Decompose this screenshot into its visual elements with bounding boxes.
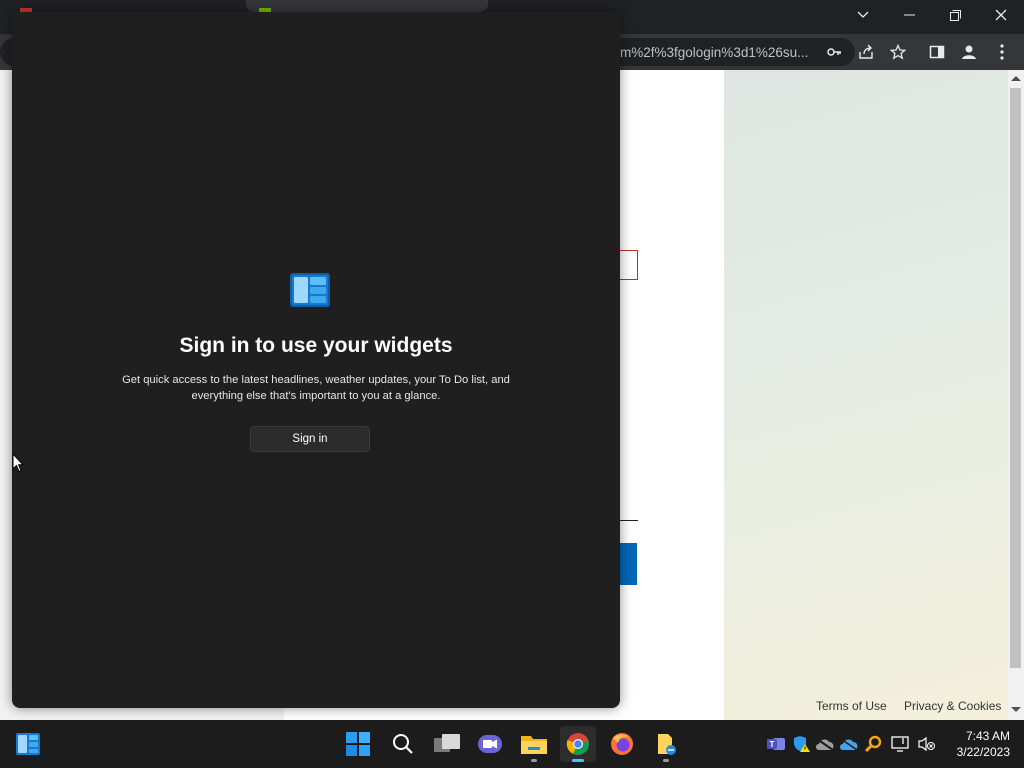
onedrive-tray-icon[interactable]: [839, 734, 859, 754]
widgets-icon: [16, 733, 40, 755]
widgets-logo-icon: [290, 273, 330, 307]
defender-warning-icon[interactable]: [791, 734, 811, 754]
page-background-gradient: [724, 70, 1008, 720]
widgets-description-line: Get quick access to the latest headlines…: [122, 374, 510, 386]
mouse-cursor-icon: [12, 453, 24, 473]
password-key-icon[interactable]: [823, 41, 845, 63]
windows-logo-icon: [346, 732, 370, 756]
notes-folder-button[interactable]: [648, 726, 684, 762]
more-menu-icon[interactable]: [991, 41, 1013, 63]
folder-icon: [521, 736, 547, 754]
chat-camera-icon: [478, 735, 502, 753]
share-icon[interactable]: [855, 41, 877, 63]
widgets-description-line: everything else that's important to you …: [191, 390, 441, 402]
side-panel-icon[interactable]: [926, 41, 948, 63]
search-tool-tray-icon[interactable]: [863, 734, 883, 754]
svg-text:T: T: [770, 740, 775, 749]
volume-muted-icon[interactable]: [916, 734, 936, 754]
network-display-icon[interactable]: [890, 734, 910, 754]
search-icon: [393, 734, 413, 754]
taskbar-clock[interactable]: 7:43 AM 3/22/2023: [944, 728, 1010, 760]
restore-button[interactable]: [932, 0, 978, 30]
start-button[interactable]: [340, 726, 376, 762]
profile-avatar-icon[interactable]: [958, 41, 980, 63]
sign-in-button[interactable]: Sign in: [250, 426, 370, 452]
page-scrollbar[interactable]: [1008, 70, 1024, 720]
teams-chat-button[interactable]: [472, 726, 508, 762]
widgets-panel: Sign in to use your widgets Get quick ac…: [12, 12, 620, 708]
restore-icon: [949, 9, 961, 21]
taskbar: T 7:43 AM 3/22/2023: [0, 720, 1024, 768]
address-bar-url[interactable]: m%2f%3fgologin%3d1%26su...: [620, 45, 808, 60]
clock-time: 7:43 AM: [965, 729, 1010, 743]
onedrive-offline-icon[interactable]: [815, 734, 835, 754]
tab-search-button[interactable]: [840, 0, 886, 30]
widgets-title: Sign in to use your widgets: [179, 334, 453, 357]
firefox-icon: [611, 733, 633, 755]
browser-tab[interactable]: [246, 0, 488, 12]
taskbar-search-button[interactable]: [385, 726, 421, 762]
minimize-button[interactable]: [886, 0, 932, 30]
teams-tray-icon[interactable]: T: [766, 734, 786, 754]
close-button[interactable]: [978, 0, 1024, 30]
privacy-cookies-link[interactable]: Privacy & Cookies: [904, 699, 1001, 713]
widgets-description: Get quick access to the latest headlines…: [106, 372, 526, 404]
chrome-taskbar-button[interactable]: [560, 726, 596, 762]
chrome-icon: [566, 733, 589, 755]
minimize-icon: [903, 14, 915, 16]
running-indicator: [531, 759, 537, 762]
bookmark-star-icon[interactable]: [887, 41, 909, 63]
scroll-up-arrow-icon[interactable]: [1011, 76, 1021, 81]
firefox-button[interactable]: [604, 726, 640, 762]
chevron-down-icon: [857, 11, 869, 18]
running-indicator: [663, 759, 669, 762]
scrollbar-thumb[interactable]: [1010, 88, 1021, 668]
scroll-down-arrow-icon[interactable]: [1011, 707, 1021, 712]
sticky-note-icon: [658, 734, 676, 755]
task-view-icon: [434, 734, 460, 752]
file-explorer-button[interactable]: [516, 726, 552, 762]
task-view-button[interactable]: [429, 726, 465, 762]
taskbar-widgets-button[interactable]: [10, 726, 46, 762]
active-indicator: [572, 759, 584, 762]
clock-date: 3/22/2023: [956, 745, 1010, 759]
terms-of-use-link[interactable]: Terms of Use: [816, 699, 887, 713]
close-icon: [995, 9, 1007, 21]
